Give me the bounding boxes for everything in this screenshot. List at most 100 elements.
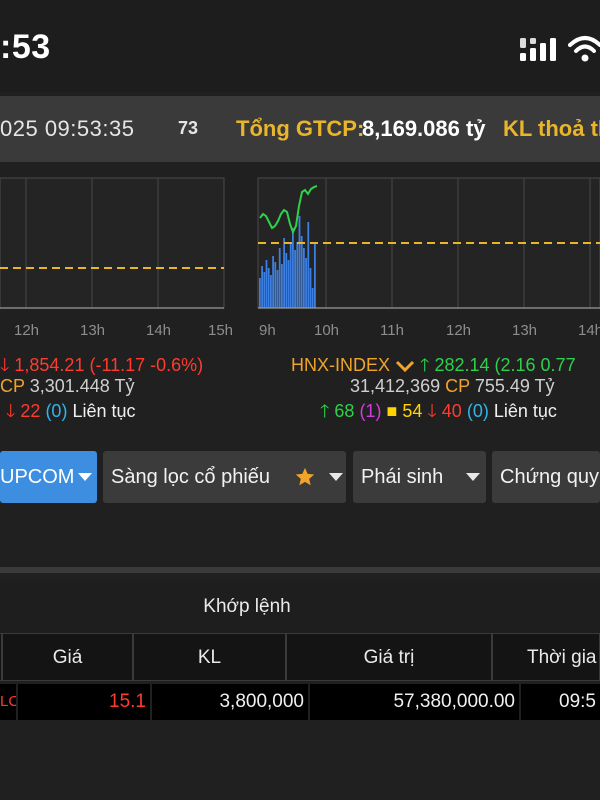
volume-bar [278,248,281,308]
caret-down-icon [78,473,92,481]
tab-derivatives[interactable]: Phái sinh [353,451,486,503]
volume-bar [292,228,294,308]
volume-bar [309,268,312,308]
hnx-floor: (0) [466,401,489,421]
hnx-index-name: HNX-INDEX [291,355,391,375]
hnx-advances: 68 [334,401,355,421]
volume-bar [294,250,296,308]
cellular-signal-icon [520,38,556,61]
hnx-index-chart: 9h 10h 11h 12h 13h 14h [257,177,600,339]
status-clock: :53 [0,28,51,66]
tab-stock-screener-label: Sàng lọc cổ phiếu [111,466,271,488]
left-tick-label: 14h [146,322,171,339]
volume-bar [307,222,310,308]
volume-bar [265,260,268,308]
section-divider [0,567,600,573]
volume-bar [296,242,299,308]
volume-bar [283,238,285,308]
ticker-negotiated-volume-label: KL thoả th [503,116,600,141]
hnx-breadth-row: 🡑 68 (1) ■ 54 🡓 40 (0) Liên tục [320,399,557,429]
wifi-icon [568,36,600,62]
tab-stock-screener[interactable]: Sàng lọc cổ phiếu [103,451,346,503]
volume-bar [314,242,316,308]
tab-upcom-label: UPCOM [0,466,75,488]
volume-bar [259,278,261,308]
table-cell-side: LC [0,684,16,720]
left-traded-value: 3,301.448 Tỷ [29,376,135,396]
hnx-index-change: (2.16 0.77 [494,355,576,375]
arrow-up-icon: 🡑 [320,401,330,421]
volume-bar [261,266,263,308]
table-header-price[interactable]: Giá [2,633,133,681]
tab-derivatives-label: Phái sinh [361,466,444,488]
square-icon: ■ [386,401,398,421]
table-cell-volume: 3,800,000 [152,684,308,720]
right-tick-label: 10h [314,322,339,339]
right-tick-label: 9h [259,322,276,339]
table-cell-value: 57,380,000.00 [310,684,519,720]
ticker-code: 73 [178,118,199,138]
hnx-ceiling: (1) [359,401,382,421]
left-tick-label: 15h [208,322,233,339]
left-session: Liên tục [72,401,136,421]
volume-bar [263,272,266,308]
volume-bar [303,248,305,308]
volume-bar [300,236,303,308]
volume-bar [276,270,279,308]
caret-down-icon [466,473,480,481]
match-table-title: Khớp lệnh [203,596,291,617]
volume-bar [287,260,290,308]
volume-bar [270,275,272,308]
volume-bar [289,244,292,308]
left-volume-unit: CP [0,376,25,396]
arrow-down-icon: 🡓 [427,401,437,421]
table-header-volume[interactable]: KL [133,633,286,681]
right-tick-label: 13h [512,322,537,339]
volume-bar [267,268,270,308]
left-index-volume-row: CP 3,301.448 Tỷ [0,376,134,397]
volume-bar [272,256,274,308]
tab-warrants-label: Chứng quy [500,466,600,488]
arrow-down-icon: 🡓 [0,355,10,375]
hnx-declines: 40 [441,401,462,421]
hnx-unchanged: 54 [402,401,423,421]
arrow-up-icon: 🡑 [420,355,430,375]
ticker-total-value: 8,169.086 tỷ [362,116,486,141]
table-cell-price: 15.1 [18,684,150,720]
volume-bar [305,258,307,308]
tab-warrants[interactable]: Chứng quy [492,451,600,503]
caret-down-icon [329,473,343,481]
left-index-breadth-row: 🡓 22 (0) Liên tục [6,399,136,429]
chevron-down-icon[interactable] [395,359,415,373]
volume-bar [281,264,283,308]
hnx-index-value: 282.14 [434,355,490,375]
hnx-volume-row: 31,412,369 CP 755.49 Tỷ [350,376,555,397]
arrow-down-icon: 🡓 [6,401,16,421]
right-tick-label: 11h [380,322,404,339]
left-tick-label: 13h [80,322,105,339]
volume-bar [298,216,301,308]
hnx-volume: 31,412,369 [350,376,441,396]
index-charts: 12h 13h 14h 15h 9h 10h 11h 12h 13h 14h [0,177,600,339]
left-declines: 22 [20,401,41,421]
volume-bar [285,253,288,308]
table-header-value[interactable]: Giá trị [286,633,492,681]
table-cell-time: 09:5 [521,684,600,720]
left-floor: (0) [45,401,68,421]
left-index-chart: 12h 13h 14h 15h [0,177,233,339]
left-tick-label: 12h [14,322,39,339]
tab-upcom[interactable]: UPCOM [0,451,97,503]
hnx-session: Liên tục [493,401,557,421]
ticker-total-value-label: Tổng GTCP: [236,116,365,141]
right-tick-label: 14h [578,322,600,339]
ticker-datetime: 025 09:53:35 [0,116,135,141]
status-bar [0,0,600,92]
left-index-change: 1,854.21 (-11.17 -0.6%) [14,355,204,375]
table-header-time[interactable]: Thời gia [492,633,600,681]
hnx-volume-unit: CP [445,376,470,396]
right-tick-label: 12h [446,322,471,339]
volume-bar [311,288,314,308]
volume-bar [274,262,277,308]
market-ticker: 025 09:53:35 73 Tổng GTCP: 8,169.086 tỷ … [0,96,600,162]
hnx-traded-value: 755.49 Tỷ [474,376,555,396]
